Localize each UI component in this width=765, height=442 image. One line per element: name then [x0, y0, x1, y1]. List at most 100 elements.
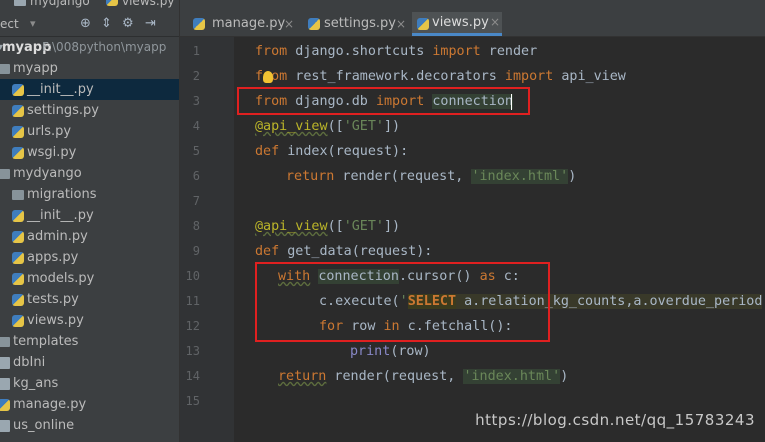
lightbulb-icon[interactable]: [263, 71, 273, 83]
project-root[interactable]: ▾ myapp F:\008python\myapp: [0, 37, 179, 58]
view-selector-label[interactable]: ect: [0, 16, 19, 32]
code-line-5: def index(request):: [255, 144, 409, 159]
python-file-icon: [417, 18, 429, 30]
dropdown-arrow-icon[interactable]: ▾: [30, 16, 36, 32]
tree-item[interactable]: kg_ans: [0, 373, 179, 394]
cut-item-label[interactable]: views.py: [122, 0, 174, 8]
python-file-icon: [12, 126, 24, 138]
tree-item-label: __init__.py: [27, 82, 94, 97]
tree-item[interactable]: templates: [0, 331, 179, 352]
tree-item-label: kg_ans: [13, 376, 59, 391]
tree-item[interactable]: manage.py: [0, 394, 179, 415]
tab-settings-py[interactable]: settings.py ×: [304, 12, 408, 36]
line-number: 9: [192, 244, 200, 258]
tree-item-label: manage.py: [13, 397, 87, 412]
tree-item[interactable]: tests.py: [0, 289, 179, 310]
tab-manage-py[interactable]: manage.py ×: [188, 12, 296, 36]
line-number: 11: [185, 294, 200, 308]
file-icon: [0, 420, 10, 432]
tree-item-label: wsgi.py: [27, 145, 77, 160]
close-icon[interactable]: ×: [284, 12, 294, 36]
editor-tab-bar: manage.py × settings.py × views.py ×: [180, 0, 765, 37]
line-number: 12: [185, 319, 200, 333]
python-file-icon: [12, 210, 24, 222]
highlight-box-import: [237, 87, 530, 115]
tree-item[interactable]: __init__.py: [0, 205, 179, 226]
file-icon: [0, 378, 10, 390]
python-file-icon: [308, 18, 320, 30]
split-icon[interactable]: ⇕: [101, 16, 112, 32]
tree-item-label: dbIni: [13, 355, 46, 370]
line-number: 7: [192, 194, 200, 208]
python-file-icon: [12, 294, 24, 306]
tree-item-label: mydyango: [13, 166, 82, 181]
code-line-4: @api_view(['GET']): [255, 119, 401, 134]
code-line-8: @api_view(['GET']): [255, 219, 401, 234]
tree-item[interactable]: wsgi.py: [0, 142, 179, 163]
folder-icon: [0, 337, 10, 347]
line-number: 14: [185, 369, 200, 383]
tree-item-label: __init__.py: [27, 208, 94, 223]
tree-item[interactable]: migrations: [0, 184, 179, 205]
folder-icon: [0, 64, 10, 74]
tree-item-label: myapp: [13, 61, 58, 76]
python-file-icon: [106, 0, 118, 6]
tab-label: views.py: [432, 15, 489, 30]
tree-item-label: admin.py: [27, 229, 88, 244]
locate-icon[interactable]: ⊕: [80, 16, 91, 32]
tree-item[interactable]: dbIni: [0, 352, 179, 373]
sidebar-toolbar: ect ▾ ⊕ ⇕ ⚙ ⇥: [0, 12, 179, 37]
code-line-6: return render(request, 'index.html'): [286, 169, 577, 184]
sidebar-cut-header: mydjango views.py: [0, 0, 179, 12]
close-icon[interactable]: ×: [396, 12, 406, 36]
tree-item[interactable]: settings.py: [0, 100, 179, 121]
file-icon: [0, 357, 10, 369]
file-icon: [14, 0, 26, 6]
tree-item[interactable]: __init__.py: [0, 79, 179, 100]
hide-icon[interactable]: ⇥: [145, 16, 156, 32]
cut-item-label[interactable]: mydjango: [30, 0, 90, 8]
close-icon[interactable]: ×: [490, 12, 500, 33]
code-line-9: def get_data(request):: [255, 244, 433, 259]
tree-item-label: models.py: [27, 271, 95, 286]
python-file-icon: [12, 231, 24, 243]
line-number: 10: [185, 269, 200, 283]
line-number: 2: [192, 69, 200, 83]
tree-item[interactable]: us_online: [0, 415, 179, 436]
tree-item-label: views.py: [27, 313, 84, 328]
gear-icon[interactable]: ⚙: [122, 16, 134, 32]
tree-item-label: tests.py: [27, 292, 79, 307]
line-number: 13: [185, 344, 200, 358]
tab-views-py[interactable]: views.py ×: [412, 12, 502, 36]
code-line-14: return render(request, 'index.html'): [278, 369, 569, 384]
code-line-13: print(row): [350, 344, 431, 359]
tree-item-label: migrations: [27, 187, 97, 202]
project-sidebar: mydjango views.py ect ▾ ⊕ ⇕ ⚙ ⇥ ▾ myapp …: [0, 0, 180, 442]
tree-item[interactable]: urls.py: [0, 121, 179, 142]
tree-item-label: us_online: [13, 418, 75, 433]
tree-item-label: templates: [13, 334, 79, 349]
tree-item-label: settings.py: [27, 103, 99, 118]
python-file-icon: [12, 315, 24, 327]
code-line-1: from django.shortcuts import render: [255, 44, 538, 59]
highlight-box-cursor-block: [255, 262, 550, 342]
tab-label: settings.py: [324, 16, 396, 31]
tree-item[interactable]: mydyango: [0, 163, 179, 184]
line-number: 4: [192, 119, 200, 133]
code-line-2: from rest_framework.decorators import ap…: [255, 69, 626, 84]
folder-icon: [12, 190, 24, 200]
project-root-path: F:\008python\myapp: [42, 40, 167, 54]
tree-item[interactable]: admin.py: [0, 226, 179, 247]
tree-item[interactable]: views.py: [0, 310, 179, 331]
python-file-icon: [0, 399, 10, 411]
tree-item-label: apps.py: [27, 250, 79, 265]
tree-item[interactable]: models.py: [0, 268, 179, 289]
line-number: 15: [185, 394, 200, 408]
python-file-icon: [12, 147, 24, 159]
python-file-icon: [12, 273, 24, 285]
folder-icon: [0, 169, 10, 179]
python-file-icon: [12, 105, 24, 117]
tab-label: manage.py: [212, 16, 286, 31]
tree-item[interactable]: apps.py: [0, 247, 179, 268]
tree-item[interactable]: myapp: [0, 58, 179, 79]
